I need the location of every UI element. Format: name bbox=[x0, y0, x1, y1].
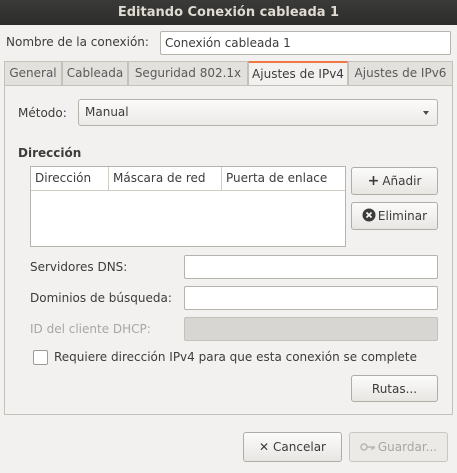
close-icon: ✕ bbox=[258, 440, 270, 454]
column-header-address[interactable]: Dirección bbox=[31, 167, 109, 191]
plus-icon: + bbox=[367, 173, 380, 189]
require-ipv4-label[interactable]: Requiere dirección IPv4 para que esta co… bbox=[54, 350, 417, 364]
method-value: Manual bbox=[85, 105, 129, 119]
tab-wired[interactable]: Cableada bbox=[62, 61, 128, 85]
delete-address-button[interactable]: Eliminar bbox=[351, 202, 438, 230]
dialog-window: Editando Conexión cableada 1 Nombre de l… bbox=[0, 0, 457, 473]
cancel-button[interactable]: ✕ Cancelar bbox=[243, 432, 342, 462]
column-header-netmask[interactable]: Máscara de red bbox=[109, 167, 222, 191]
routes-button[interactable]: Rutas... bbox=[351, 375, 438, 402]
dns-servers-input[interactable] bbox=[184, 255, 438, 279]
save-button[interactable]: Guardar... bbox=[349, 432, 448, 462]
tab-security-8021x[interactable]: Seguridad 802.1x bbox=[128, 61, 248, 85]
search-domains-input[interactable] bbox=[184, 286, 438, 310]
address-table[interactable]: Dirección Máscara de red Puerta de enlac… bbox=[30, 166, 346, 247]
address-section-title: Dirección bbox=[18, 146, 82, 160]
window-title: Editando Conexión cableada 1 bbox=[0, 0, 457, 25]
require-ipv4-checkbox[interactable] bbox=[33, 350, 48, 365]
search-domains-label: Dominios de búsqueda: bbox=[30, 291, 172, 305]
key-icon bbox=[360, 443, 375, 451]
connection-name-input[interactable]: Conexión cableada 1 bbox=[160, 31, 451, 55]
method-label: Método: bbox=[18, 106, 67, 120]
tab-ipv6-settings[interactable]: Ajustes de IPv6 bbox=[348, 61, 453, 85]
tab-ipv4-settings[interactable]: Ajustes de IPv4 bbox=[248, 61, 348, 86]
dhcp-client-id-input bbox=[184, 317, 438, 341]
remove-circle-icon bbox=[362, 208, 376, 222]
tab-bar: General Cableada Seguridad 802.1x Ajuste… bbox=[4, 61, 453, 86]
dns-servers-label: Servidores DNS: bbox=[30, 260, 128, 274]
tab-general[interactable]: General bbox=[4, 61, 62, 85]
connection-name-label: Nombre de la conexión: bbox=[6, 35, 149, 49]
column-header-gateway[interactable]: Puerta de enlace bbox=[222, 167, 345, 191]
dhcp-client-id-label: ID del cliente DHCP: bbox=[30, 322, 151, 336]
method-dropdown[interactable]: Manual bbox=[78, 99, 438, 126]
chevron-down-icon bbox=[423, 111, 429, 115]
ipv4-settings-panel bbox=[4, 85, 453, 415]
add-address-button[interactable]: + Añadir bbox=[351, 167, 438, 195]
